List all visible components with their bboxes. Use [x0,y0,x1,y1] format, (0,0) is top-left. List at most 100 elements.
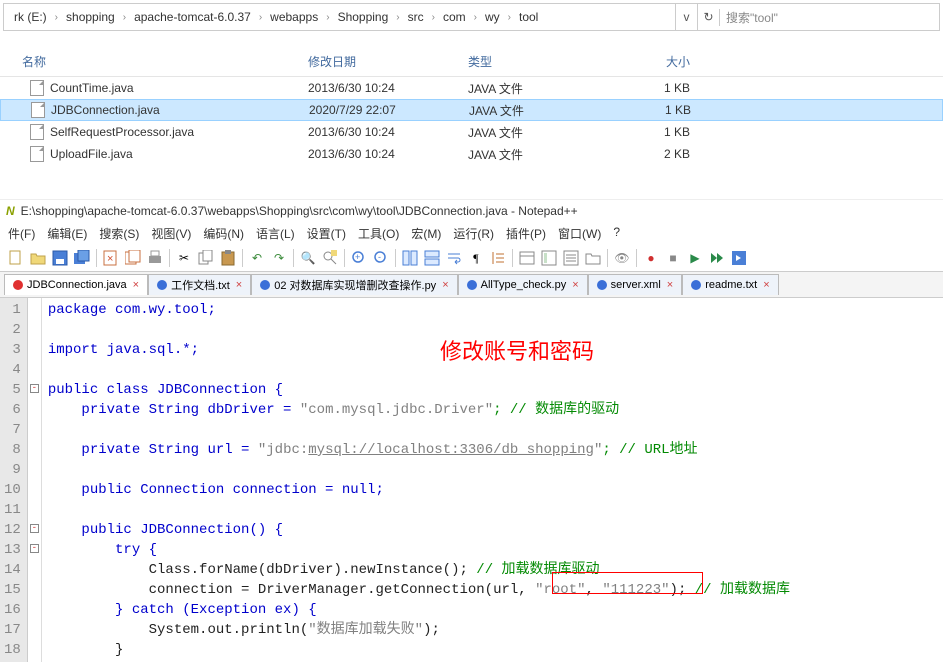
code-text: "com.mysql.jdbc.Driver" [300,402,493,418]
menu-plugins[interactable]: 插件(P) [506,225,546,242]
header-date[interactable]: 修改日期 [300,53,460,70]
close-tab-icon[interactable]: × [667,279,673,291]
header-type[interactable]: 类型 [460,53,620,70]
wrap-icon[interactable] [444,248,464,268]
save-all-icon[interactable] [72,248,92,268]
menu-edit[interactable]: 编辑(E) [47,225,87,242]
chevron-right-icon: › [504,12,515,23]
file-row[interactable]: JDBConnection.java 2020/7/29 22:07 JAVA … [0,99,943,121]
language-icon[interactable] [517,248,537,268]
code-editor[interactable]: 123456789 101112131415161718 - - - packa… [0,298,943,662]
tab-label: 工作文档.txt [171,277,230,293]
print-icon[interactable] [145,248,165,268]
replace-icon[interactable] [320,248,340,268]
crumb-4[interactable]: Shopping [334,10,393,24]
chevron-right-icon: › [51,12,62,23]
fold-toggle-icon[interactable]: - [30,524,39,533]
chevron-right-icon: › [428,12,439,23]
menu-help[interactable]: ? [613,225,620,242]
menu-view[interactable]: 视图(V) [151,225,191,242]
tab-label: readme.txt [705,279,757,291]
indent-guide-icon[interactable] [488,248,508,268]
file-name: JDBConnection.java [51,103,160,117]
copy-icon[interactable] [196,248,216,268]
folder-panel-icon[interactable] [583,248,603,268]
file-row[interactable]: SelfRequestProcessor.java 2013/6/30 10:2… [0,121,943,143]
menu-run[interactable]: 运行(R) [453,225,494,242]
editor-tab[interactable]: readme.txt × [682,274,778,295]
menu-tools[interactable]: 工具(O) [358,225,399,242]
monitor-icon[interactable]: 👁 [612,248,632,268]
sync-v-icon[interactable] [400,248,420,268]
cut-icon[interactable]: ✂ [174,248,194,268]
close-tab-icon[interactable]: × [236,279,242,291]
explorer-address-bar: rk (E:)› shopping› apache-tomcat-6.0.37›… [3,3,940,31]
menu-settings[interactable]: 设置(T) [307,225,346,242]
crumb-7[interactable]: wy [481,10,504,24]
code-text: private String url = [48,442,258,458]
breadcrumb[interactable]: rk (E:)› shopping› apache-tomcat-6.0.37›… [4,10,675,24]
editor-tab[interactable]: 工作文档.txt × [148,274,251,295]
save-icon[interactable] [50,248,70,268]
record-macro-icon[interactable]: ● [641,248,661,268]
paste-icon[interactable] [218,248,238,268]
crumb-8[interactable]: tool [515,10,542,24]
close-tab-icon[interactable]: × [133,279,139,291]
crumb-6[interactable]: com [439,10,470,24]
open-file-icon[interactable] [28,248,48,268]
code-text: "jdbc: [258,442,308,458]
saved-icon [157,280,167,290]
editor-tab[interactable]: 02 对数据库实现增删改查操作.py× [251,274,457,295]
menu-language[interactable]: 语言(L) [256,225,295,242]
func-list-icon[interactable] [561,248,581,268]
crumb-2[interactable]: apache-tomcat-6.0.37 [130,10,255,24]
redo-icon[interactable]: ↷ [269,248,289,268]
fold-toggle-icon[interactable]: - [30,384,39,393]
file-icon [30,124,44,140]
menu-file[interactable]: 件(F) [8,225,35,242]
close-tab-icon[interactable]: × [763,279,769,291]
file-row[interactable]: CountTime.java 2013/6/30 10:24 JAVA 文件 1… [0,77,943,99]
tab-label: JDBConnection.java [27,279,127,291]
file-icon [30,146,44,162]
close-tab-icon[interactable]: × [572,279,578,291]
header-name[interactable]: 名称 [0,53,300,70]
new-file-icon[interactable] [6,248,26,268]
zoom-in-icon[interactable]: + [349,248,369,268]
sync-h-icon[interactable] [422,248,442,268]
file-name: CountTime.java [50,81,134,95]
doc-map-icon[interactable] [539,248,559,268]
stop-macro-icon[interactable]: ■ [663,248,683,268]
close-file-icon[interactable]: × [101,248,121,268]
menu-window[interactable]: 窗口(W) [558,225,601,242]
close-tab-icon[interactable]: × [442,279,448,291]
menu-encoding[interactable]: 编码(N) [203,225,244,242]
file-row[interactable]: UploadFile.java 2013/6/30 10:24 JAVA 文件 … [0,143,943,165]
menu-macro[interactable]: 宏(M) [411,225,441,242]
crumb-3[interactable]: webapps [266,10,322,24]
saved-icon [467,280,477,290]
fold-toggle-icon[interactable]: - [30,544,39,553]
history-dropdown-button[interactable]: v [675,4,697,30]
editor-tab[interactable]: JDBConnection.java × [4,274,148,295]
crumb-1[interactable]: shopping [62,10,119,24]
close-all-icon[interactable] [123,248,143,268]
explorer-search-input[interactable]: 搜索"tool" [719,9,939,26]
refresh-button[interactable]: ↻ [697,4,719,30]
play-multi-icon[interactable] [707,248,727,268]
undo-icon[interactable]: ↶ [247,248,267,268]
file-size: 1 KB [620,125,720,139]
zoom-out-icon[interactable]: - [371,248,391,268]
editor-tab[interactable]: server.xml× [588,274,683,295]
editor-tab[interactable]: AllType_check.py× [458,274,588,295]
play-macro-icon[interactable]: ▶ [685,248,705,268]
window-title-bar: N E:\shopping\apache-tomcat-6.0.37\webap… [0,200,943,222]
save-macro-icon[interactable] [729,248,749,268]
crumb-0[interactable]: rk (E:) [10,10,51,24]
menu-search[interactable]: 搜索(S) [99,225,139,242]
header-size[interactable]: 大小 [620,53,720,70]
show-all-chars-icon[interactable]: ¶ [466,248,486,268]
svg-text:+: + [355,252,360,262]
crumb-5[interactable]: src [404,10,428,24]
find-icon[interactable]: 🔍 [298,248,318,268]
